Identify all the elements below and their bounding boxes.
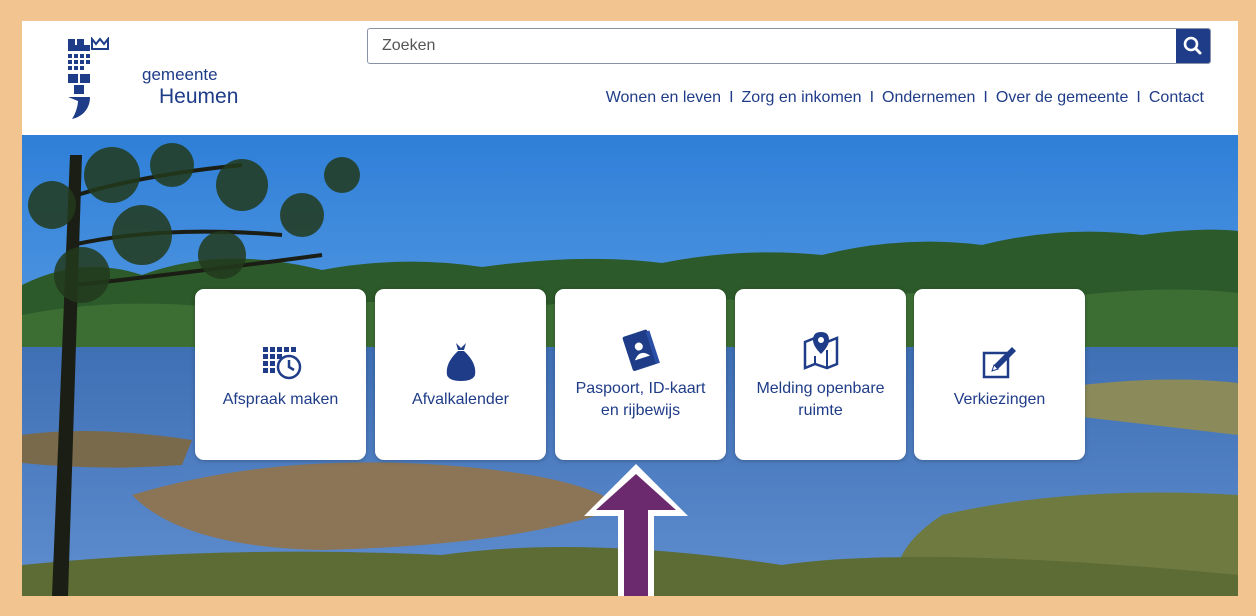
logo-line-2: Heumen (159, 85, 239, 108)
tile-paspoort-id-rijbewijs[interactable]: Paspoort, ID-kaart en rijbewijs (555, 289, 726, 460)
nav-separator: I (983, 89, 988, 106)
nav-item-ondernemen[interactable]: Ondernemen (882, 89, 975, 106)
id-card-icon (622, 329, 660, 371)
search-input[interactable] (368, 29, 1176, 63)
map-pin-icon (803, 331, 838, 370)
page-frame: gemeente Heumen Wonen en leven I Zorg en i… (22, 21, 1238, 596)
calendar-clock-icon (262, 346, 301, 379)
tile-label: Melding openbare ruimte (756, 379, 885, 419)
tile-label: Afspraak maken (222, 390, 339, 408)
garbage-bag-icon (446, 342, 475, 381)
nav-item-contact[interactable]: Contact (1149, 89, 1204, 106)
tile-label: Verkiezingen (953, 390, 1046, 408)
nav-item-wonen[interactable]: Wonen en leven (606, 89, 721, 106)
search-button[interactable] (1176, 29, 1210, 63)
tile-label: Paspoort, ID-kaart en rijbewijs (575, 379, 706, 419)
tile-verkiezingen[interactable]: Verkiezingen (914, 289, 1085, 460)
tile-melding-openbare-ruimte[interactable]: Melding openbare ruimte (735, 289, 906, 460)
logo-line-1: gemeente (142, 65, 218, 84)
arrow-up-icon (584, 464, 688, 596)
nav-separator: I (869, 89, 875, 106)
logo[interactable]: gemeente Heumen (64, 36, 238, 121)
nav-separator: I (729, 89, 734, 106)
search-bar (367, 28, 1211, 64)
hero-banner: Afspraak maken Afvalkalender Paspoort, I… (22, 135, 1238, 596)
nav-item-zorg[interactable]: Zorg en inkomen (742, 89, 862, 106)
tile-afvalkalender[interactable]: Afvalkalender (375, 289, 546, 460)
nav-item-over-de-gemeente[interactable]: Over de gemeente (996, 89, 1129, 106)
tile-label: Afvalkalender (412, 390, 509, 408)
pencil-icon (982, 346, 1016, 378)
search-icon (1183, 36, 1202, 55)
site-header: gemeente Heumen Wonen en leven I Zorg en i… (22, 21, 1238, 135)
nav-separator: I (1136, 89, 1141, 106)
tile-afspraak-maken[interactable]: Afspraak maken (195, 289, 366, 460)
main-nav: Wonen en leven I Zorg en inkomen I Onderneme… (606, 89, 1204, 107)
